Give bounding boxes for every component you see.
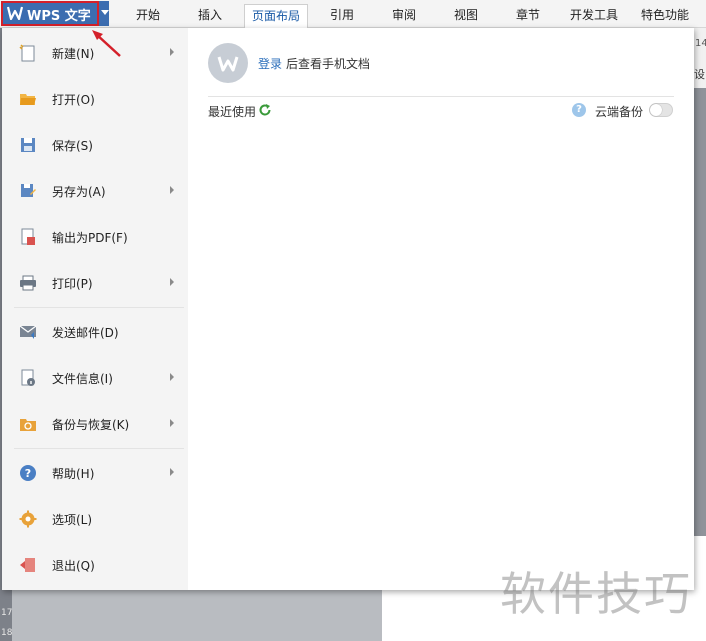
help-icon: ? — [20, 465, 36, 481]
menu-item-options[interactable]: 选项(L) — [2, 499, 188, 539]
ribbon-peek-label: 设 — [694, 68, 705, 81]
menu-item-save[interactable]: 保存(S) — [2, 125, 188, 165]
backup-restore-icon — [20, 419, 36, 431]
ribbon-peek: 14 设 — [694, 28, 706, 88]
menu-divider — [14, 307, 184, 308]
menu-item-label: 退出(Q) — [52, 559, 95, 573]
tab-home[interactable]: 开始 — [122, 4, 174, 28]
submenu-arrow-icon — [170, 468, 174, 476]
menu-item-label: 打开(O) — [52, 93, 95, 107]
menu-item-label: 选项(L) — [52, 513, 93, 527]
menu-item-label: 另存为(A) — [52, 185, 106, 199]
submenu-arrow-icon — [170, 48, 174, 56]
help-icon[interactable]: ? — [572, 103, 586, 117]
menu-divider — [14, 448, 184, 449]
cloud-backup-toggle[interactable] — [649, 103, 673, 117]
svg-text:?: ? — [25, 467, 31, 480]
tab-page-layout[interactable]: 页面布局 — [244, 4, 308, 28]
new-document-icon — [19, 44, 35, 62]
open-folder-icon — [20, 94, 36, 105]
menu-item-send-mail[interactable]: 发送邮件(D) — [2, 312, 188, 352]
wps-logo-icon — [217, 56, 239, 72]
menu-item-save-as[interactable]: 另存为(A) — [2, 171, 188, 211]
toggle-knob — [650, 104, 662, 116]
document-canvas — [12, 590, 382, 641]
tab-references[interactable]: 引用 — [316, 4, 368, 28]
export-pdf-icon — [21, 228, 35, 245]
panel-divider — [208, 96, 674, 97]
right-ruler — [694, 28, 706, 536]
menu-item-label: 输出为PDF(F) — [52, 231, 128, 245]
menu-item-label: 文件信息(I) — [52, 372, 113, 386]
tab-section[interactable]: 章节 — [502, 4, 554, 28]
cloud-backup-label: 云端备份 — [595, 105, 644, 119]
menu-item-export-pdf[interactable]: 输出为PDF(F) — [2, 217, 188, 257]
printer-icon — [20, 275, 36, 291]
highlight-frame — [1, 1, 99, 26]
menu-item-file-info[interactable]: 文件信息(I) — [2, 358, 188, 398]
menu-item-exit[interactable]: 退出(Q) — [2, 545, 188, 585]
tab-special-features[interactable]: 特色功能 — [634, 4, 696, 28]
avatar[interactable] — [208, 43, 248, 83]
menu-item-help[interactable]: ? 帮助(H) — [2, 453, 188, 493]
save-as-icon — [21, 184, 36, 197]
login-hint-text: 后查看手机文档 — [286, 57, 371, 71]
tab-insert[interactable]: 插入 — [184, 4, 236, 28]
login-link[interactable]: 登录 — [258, 55, 282, 72]
save-icon — [21, 138, 35, 152]
refresh-icon[interactable] — [258, 103, 272, 117]
tab-view[interactable]: 视图 — [440, 4, 492, 28]
submenu-arrow-icon — [170, 419, 174, 427]
menu-item-backup-restore[interactable]: 备份与恢复(K) — [2, 404, 188, 444]
submenu-arrow-icon — [170, 186, 174, 194]
submenu-arrow-icon — [170, 278, 174, 286]
ruler-number: 18 — [1, 628, 13, 638]
submenu-arrow-icon — [170, 373, 174, 381]
file-menu-list: 新建(N) 打开(O) 保存(S) 另存为(A) 输出为PDF(F) 打印(P)… — [2, 28, 188, 590]
menu-item-label: 备份与恢复(K) — [52, 418, 130, 432]
exit-icon — [20, 558, 35, 572]
mail-icon — [19, 325, 37, 339]
ruler-number: 17 — [1, 608, 13, 618]
menu-item-label: 打印(P) — [52, 277, 93, 291]
menu-item-label: 保存(S) — [52, 139, 93, 153]
annotation-arrow-icon — [92, 30, 121, 57]
chevron-down-icon[interactable] — [101, 10, 109, 15]
wps-app-menu-button[interactable]: WPS 文字 — [1, 1, 109, 26]
tab-review[interactable]: 审阅 — [378, 4, 430, 28]
menu-item-open[interactable]: 打开(O) — [2, 79, 188, 119]
file-menu: 新建(N) 打开(O) 保存(S) 另存为(A) 输出为PDF(F) 打印(P)… — [2, 28, 694, 590]
watermark: 软件技巧 — [500, 567, 692, 621]
recent-files-label: 最近使用 — [208, 105, 257, 119]
menu-item-print[interactable]: 打印(P) — [2, 263, 188, 303]
gear-icon — [19, 510, 37, 528]
file-info-icon — [21, 369, 35, 386]
ribbon-peek-number: 14 — [695, 38, 706, 49]
menu-item-label: 发送邮件(D) — [52, 326, 119, 340]
tab-developer[interactable]: 开发工具 — [562, 4, 626, 28]
menu-item-label: 帮助(H) — [52, 467, 95, 481]
